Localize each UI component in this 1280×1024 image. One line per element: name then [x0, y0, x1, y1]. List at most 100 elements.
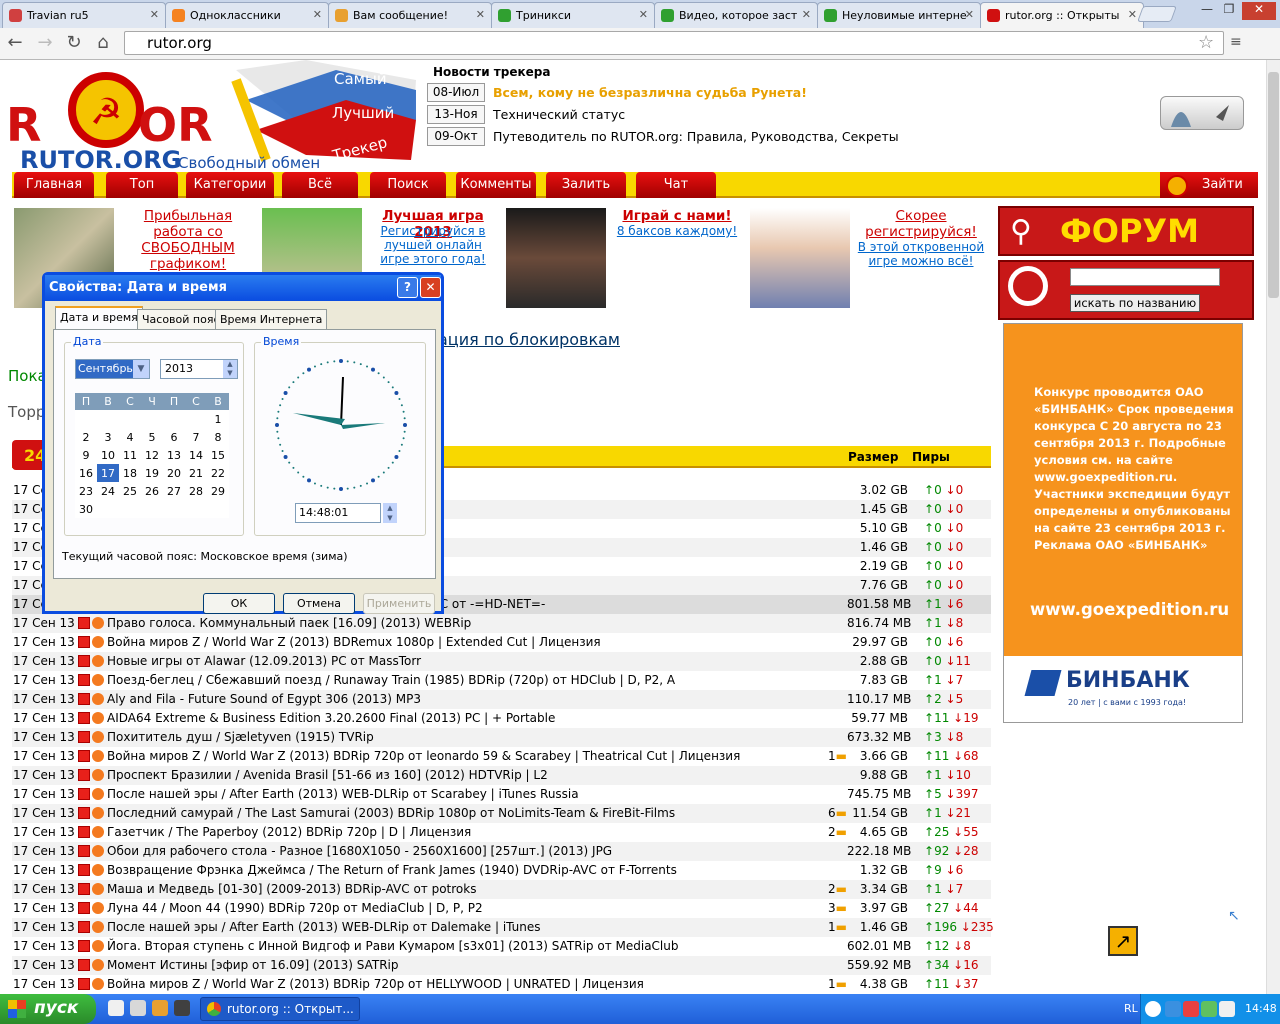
download-icon[interactable] — [78, 807, 90, 819]
magnet-icon[interactable] — [92, 731, 104, 743]
back-arrow-icon[interactable]: ← — [4, 32, 26, 54]
download-icon[interactable] — [78, 978, 90, 990]
torrent-title-link[interactable]: Возвращение Фрэнка Джеймса / The Return … — [107, 861, 827, 880]
comment-count[interactable]: 1▬ — [827, 747, 847, 766]
table-row[interactable]: 17 Сен 13 Война миров Z / World War Z (20… — [12, 633, 991, 652]
scroll-top-arrow-icon[interactable]: ↗ — [1108, 926, 1138, 956]
tab-timezone[interactable]: Часовой пояс — [137, 309, 225, 329]
forward-arrow-icon[interactable]: → — [34, 32, 56, 54]
table-row[interactable]: 17 Сен 13 Йога. Вторая ступень с Инной Ви… — [12, 937, 991, 956]
calendar-day[interactable]: 14 — [185, 446, 207, 464]
site-logo[interactable]: ☭ R OR RUTOR.ORG Свободный обмен Самый Л… — [6, 60, 416, 174]
tray-skype-icon[interactable] — [1165, 1001, 1181, 1017]
torrent-title-link[interactable]: Поезд-беглец / Сбежавший поезд / Runaway… — [107, 671, 827, 690]
ad-banner-4[interactable]: Скорее регистрируйся! В этой откровенной… — [750, 208, 990, 308]
torrent-title-link[interactable]: Aly and Fila - Future Sound of Egypt 306… — [107, 690, 827, 709]
table-row[interactable]: 17 Сен 13 Маша и Медведь [01-30] (2009-20… — [12, 880, 991, 899]
calendar-day[interactable]: 4 — [119, 428, 141, 446]
menu-item[interactable]: Категории — [186, 172, 274, 198]
download-icon[interactable] — [78, 902, 90, 914]
search-button[interactable]: искать по названию — [1070, 294, 1200, 312]
torrent-title-link[interactable]: Похититель душ / Sjæletyven (1915) TVRip — [107, 728, 827, 747]
magnet-icon[interactable] — [92, 750, 104, 762]
table-row[interactable]: 17 Сен 13 Луна 44 / Moon 44 (1990) BDRip … — [12, 899, 991, 918]
torrent-title-link[interactable]: Последний самурай / The Last Samurai (20… — [107, 804, 827, 823]
reload-icon[interactable]: ↻ — [63, 32, 85, 54]
comment-count[interactable]: 2▬ — [827, 880, 847, 899]
column-header-size[interactable]: Размер — [848, 450, 898, 464]
download-icon[interactable] — [78, 883, 90, 895]
magnet-icon[interactable] — [92, 617, 104, 629]
table-row[interactable]: 17 Сен 13 Похититель душ / Sjæletyven (19… — [12, 728, 991, 747]
time-spin-arrows-icon[interactable]: ▲ ▼ — [383, 503, 397, 523]
calendar-day[interactable]: 16 — [75, 464, 97, 482]
calendar-day[interactable]: 24 — [97, 482, 119, 500]
restore-button[interactable]: ❐ — [1218, 2, 1240, 20]
calendar-day[interactable]: 23 — [75, 482, 97, 500]
cancel-button[interactable]: Отмена — [283, 593, 355, 614]
dialog-close-button[interactable]: ✕ — [420, 277, 441, 298]
menu-icon[interactable]: ≡ — [1230, 34, 1242, 50]
chevron-down-icon[interactable]: ▼ — [133, 360, 149, 378]
calendar-day[interactable]: 3 — [97, 428, 119, 446]
scrollbar-thumb[interactable] — [1268, 72, 1279, 298]
ad-subtitle[interactable]: 8 баксов каждому! — [614, 224, 740, 238]
month-select[interactable]: Сентябрь ▼ — [75, 359, 150, 379]
calendar-day[interactable]: 7 — [185, 428, 207, 446]
magnet-icon[interactable] — [92, 655, 104, 667]
start-button[interactable]: пуск — [0, 994, 96, 1024]
torrent-title-link[interactable]: Луна 44 / Moon 44 (1990) BDRip 720p от M… — [107, 899, 827, 918]
table-row[interactable]: 17 Сен 13 Война миров Z / World War Z (20… — [12, 975, 991, 994]
calendar-day[interactable]: 19 — [141, 464, 163, 482]
calendar-day[interactable]: 25 — [119, 482, 141, 500]
calendar-day[interactable]: 15 — [207, 446, 229, 464]
magnet-icon[interactable] — [92, 883, 104, 895]
magnet-icon[interactable] — [92, 921, 104, 933]
browser-tab[interactable]: Видео, которое заст ✕ — [654, 2, 818, 28]
new-tab-button[interactable] — [1137, 6, 1177, 22]
chat-widget-icon[interactable] — [1160, 96, 1244, 130]
login-button[interactable]: Зайти — [1160, 172, 1258, 198]
forum-button[interactable]: ⚲ ФОРУМ — [998, 206, 1254, 256]
table-row[interactable]: 17 Сен 13 Война миров Z / World War Z (20… — [12, 747, 991, 766]
tab-close-icon[interactable]: ✕ — [802, 8, 811, 21]
torrent-title-link[interactable]: Война миров Z / World War Z (2013) BDRip… — [107, 747, 827, 766]
magnet-icon[interactable] — [92, 636, 104, 648]
table-row[interactable]: 17 Сен 13 Aly and Fila - Future Sound of … — [12, 690, 991, 709]
close-window-button[interactable]: ✕ — [1242, 2, 1276, 20]
news-text[interactable]: Всем, кому не безразлична судьба Рунета! — [493, 85, 807, 100]
torrent-title-link[interactable]: После нашей эры / After Earth (2013) WEB… — [107, 918, 827, 937]
menu-item[interactable]: Комменты — [456, 172, 536, 198]
news-text[interactable]: Путеводитель по RUTOR.org: Правила, Руко… — [493, 129, 899, 144]
menu-item[interactable]: Залить — [546, 172, 626, 198]
tab-date-time[interactable]: Дата и время — [55, 306, 143, 330]
tray-volume-icon[interactable] — [1219, 1001, 1235, 1017]
torrent-title-link[interactable]: Газетчик / The Paperboy (2012) BDRip 720… — [107, 823, 827, 842]
table-row[interactable]: 17 Сен 13 Обои для рабочего стола - Разно… — [12, 842, 991, 861]
time-input[interactable]: 14:48:01 — [295, 503, 381, 523]
calendar-day[interactable]: 10 — [97, 446, 119, 464]
browser-tab[interactable]: Вам сообщение! ✕ — [328, 2, 492, 28]
right-ad-url[interactable]: www.goexpedition.ru — [1030, 600, 1229, 619]
quicklaunch-app-icon[interactable] — [152, 1000, 168, 1016]
home-icon[interactable]: ⌂ — [92, 32, 114, 54]
calendar-day[interactable]: 2 — [75, 428, 97, 446]
calendar-day[interactable]: 21 — [185, 464, 207, 482]
ok-button[interactable]: ОК — [203, 593, 275, 614]
tab-close-icon[interactable]: ✕ — [965, 8, 974, 21]
torrent-title-link[interactable]: Проспект Бразилии / Avenida Brasil [51-6… — [107, 766, 827, 785]
calendar-day[interactable]: 30 — [75, 500, 97, 518]
tray-expand-icon[interactable] — [1145, 1001, 1161, 1017]
bank-logo[interactable]: БИНБАНК 20 лет | с вами с 1993 года! — [1004, 656, 1242, 722]
magnet-icon[interactable] — [92, 674, 104, 686]
ad-subtitle[interactable]: В этой откровенной игре можно всё! — [856, 240, 986, 268]
star-icon[interactable]: ☆ — [1198, 32, 1214, 53]
magnet-icon[interactable] — [92, 845, 104, 857]
quicklaunch-cf-icon[interactable] — [130, 1000, 146, 1016]
magnet-icon[interactable] — [92, 807, 104, 819]
tray-antivirus-icon[interactable] — [1183, 1001, 1199, 1017]
magnet-icon[interactable] — [92, 902, 104, 914]
table-row[interactable]: 17 Сен 13 После нашей эры / After Earth (… — [12, 918, 994, 937]
calendar-day[interactable]: 12 — [141, 446, 163, 464]
magnet-icon[interactable] — [92, 769, 104, 781]
